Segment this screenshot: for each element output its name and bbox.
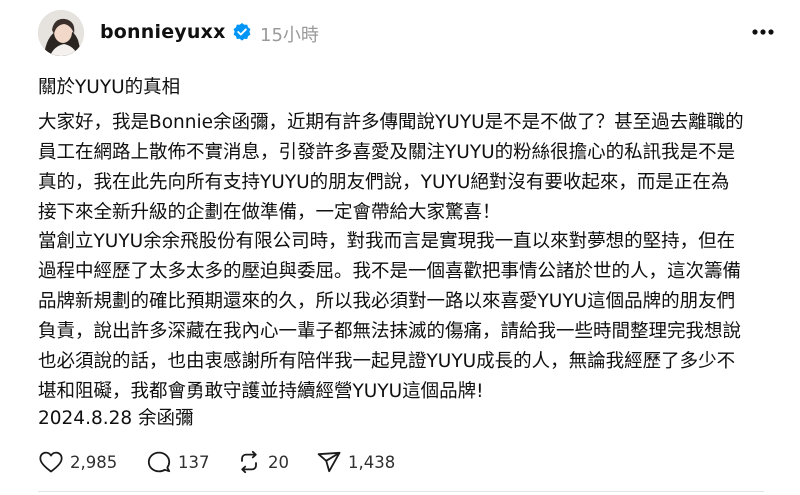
reply-count: 137	[178, 452, 210, 472]
like-count: 2,985	[70, 452, 118, 472]
reply-button[interactable]: 137	[146, 447, 210, 477]
post-title-text: 關於YUYU的真相	[38, 77, 181, 98]
paragraph-line: 員工在網路上散佈不實消息，引發許多喜愛及關注YUYU的粉絲很擔心的私訊我是不是	[38, 142, 736, 163]
paragraph-line: 當創立YUYU余余飛股份有限公司時，對我而言是實現我一直以來對夢想的堅持，但在	[38, 231, 736, 252]
threads-post: bonnieyuxx 15小時 關於YUYU的真相 大家好，我是Bonnie余函…	[0, 0, 800, 495]
share-button[interactable]: 1,438	[316, 447, 395, 477]
signature-text: 2024.8.28 余函彌	[38, 408, 194, 429]
repost-icon	[241, 450, 257, 474]
share-count: 1,438	[348, 452, 396, 472]
verified-badge-icon	[232, 22, 252, 42]
username[interactable]: bonnieyuxx	[100, 21, 226, 43]
post-timestamp: 15小時	[260, 25, 319, 46]
paragraph-line: 也必須說的話，也由衷感謝所有陪伴我一起見證YUYU成長的人，無論我經歷了多少不	[38, 351, 736, 372]
heart-icon	[39, 451, 63, 473]
paragraph-line: 大家好，我是Bonnie余函彌，近期有許多傳聞說YUYU是不是不做了？甚至過去離…	[38, 112, 744, 133]
more-options-icon[interactable]	[748, 20, 778, 44]
paragraph-line: 真的，我在此先向所有支持YUYU的朋友們說，YUYU絕對沒有要收起來，而是正在為	[38, 172, 730, 193]
post-paragraph-2: 當創立YUYU余余飛股份有限公司時，對我而言是實現我一直以來對夢想的堅持，但在 …	[38, 227, 778, 407]
like-button[interactable]: 2,985	[38, 447, 117, 477]
paragraph-line: 堪和阻礙，我都會勇敢守護並持續經營YUYU這個品牌!	[38, 381, 484, 402]
post-divider	[38, 491, 764, 492]
paragraph-line: 負責，說出許多深藏在我內心一輩子都無法抹滅的傷痛，請給我一些時間整理完我想說	[38, 321, 742, 342]
send-icon	[317, 451, 341, 473]
paragraph-line: 品牌新規劃的確比預期還來的久，所以我必須對一路以來喜愛YUYU這個品牌的朋友們	[38, 291, 736, 312]
post-paragraph-1: 大家好，我是Bonnie余函彌，近期有許多傳聞說YUYU是不是不做了？甚至過去離…	[38, 108, 778, 228]
comment-icon	[147, 451, 171, 473]
repost-button[interactable]: 20	[236, 447, 289, 477]
avatar[interactable]	[38, 10, 84, 56]
paragraph-line: 過程中經歷了太多太多的壓迫與委屈。我不是一個喜歡把事情公諸於世的人，這次籌備	[38, 261, 742, 282]
repost-count: 20	[268, 452, 289, 472]
post-title: 關於YUYU的真相	[38, 73, 778, 103]
post-signature: 2024.8.28 余函彌	[38, 404, 778, 434]
post-actions: 2,985 137 20 1,438	[38, 447, 538, 477]
post-header: bonnieyuxx 15小時	[38, 10, 778, 58]
paragraph-line: 接下來全新升級的企劃在做準備，一定會帶給大家驚喜！	[38, 202, 501, 223]
